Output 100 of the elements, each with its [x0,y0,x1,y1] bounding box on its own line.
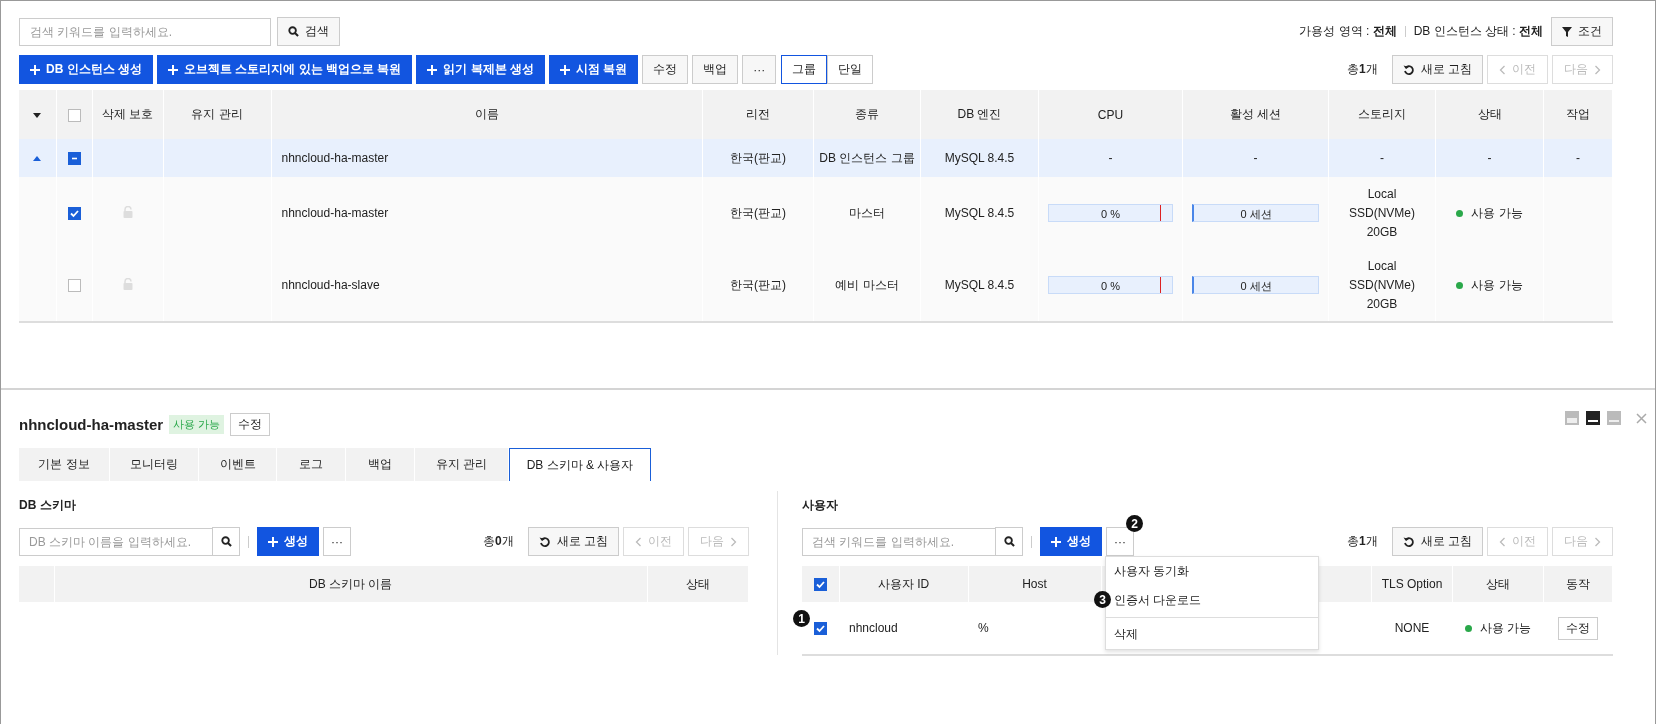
number-marker: 1 [793,610,810,627]
filter-label: DB 인스턴스 상태 : 전체 [1413,23,1543,40]
checkbox[interactable] [67,152,81,166]
column-header: Host [1022,577,1047,591]
search-field[interactable]: 검색 키워드를 입력하세요. [19,17,271,46]
menu-item[interactable]: 사용자 동기화 [1114,563,1190,580]
column-header: 종류 [855,107,879,121]
tab[interactable]: 유지 관리 [415,448,508,481]
plus-icon [560,64,570,75]
table-cell: 한국(판교) [730,150,786,165]
checkbox[interactable] [67,207,81,221]
table-cell: 예비 마스터 [835,277,899,292]
view-toggle[interactable]: 그룹 [781,55,828,84]
refresh-button[interactable]: 새로 고침 [527,527,619,556]
table-cell: - [1576,151,1580,165]
menu-item[interactable]: 삭제 [1114,626,1138,643]
storage-text: Local SSD(NVMe) 20GB [1348,257,1416,313]
refresh-button[interactable]: 새로 고침 [1391,55,1483,84]
total-count: 총1개 [1346,61,1378,78]
lock-icon [122,277,133,290]
filter-button[interactable]: 조건 [1551,17,1613,46]
storage-text: Local SSD(NVMe) 20GB [1348,185,1416,241]
table-cell: DB 인스턴스 그룹 [819,150,915,165]
tab[interactable]: 백업 [346,448,414,481]
action-button[interactable]: 오브젝트 스토리지에 있는 백업으로 복원 [157,55,413,84]
status-text: 사용 가능 [1479,619,1532,637]
table-cell: MySQL 8.4.5 [944,206,1015,220]
refresh-button[interactable]: 새로 고침 [1391,527,1483,556]
tab[interactable]: 로그 [277,448,345,481]
status-text: 사용 가능 [1471,204,1523,222]
search-icon [220,536,232,547]
more-button[interactable]: ··· [1106,527,1134,556]
number-marker: 3 [1094,591,1111,608]
meter-reading: 0 % [1101,280,1120,292]
more-button[interactable]: ··· [323,527,351,556]
meter-reading: 0 세션 [1240,280,1272,292]
tab[interactable]: 모니터링 [110,448,198,481]
search-button[interactable] [212,527,240,556]
table-cell: 한국(판교) [730,277,786,292]
filter-label: 가용성 영역 : 전체 [1299,23,1397,40]
checkbox[interactable] [67,108,81,122]
column-header: 유지 관리 [191,107,243,121]
layout-icon[interactable] [1586,411,1600,425]
chevron-right-icon [1594,64,1601,75]
refresh-icon [1402,63,1415,76]
table-cell: nhncloud [849,621,898,635]
column-header: 상태 [1486,576,1510,591]
instance-title: nhncloud-ha-master [19,415,164,433]
action-button[interactable]: ··· [742,55,777,84]
search-button[interactable] [995,527,1023,556]
table-cell: 한국(판교) [730,205,786,220]
tab[interactable]: DB 스키마 & 사용자 [509,448,651,481]
chevron-left-icon [1499,536,1506,547]
total-count: 총1개 [1346,533,1378,550]
tab[interactable]: 이벤트 [199,448,276,481]
column-header: 상태 [686,576,710,591]
caret-up-icon[interactable] [33,156,42,162]
column-header: 삭제 보호 [101,107,154,121]
chevron-left-icon [1499,64,1506,75]
caret-down-icon[interactable] [33,112,42,119]
column-header: 동작 [1566,576,1590,591]
view-toggle[interactable]: 단일 [827,55,874,84]
table-cell: MySQL 8.4.5 [944,151,1015,165]
search-button[interactable]: 검색 [277,17,340,46]
plus-icon [427,64,438,75]
column-header: 작업 [1566,107,1590,121]
plus-icon [268,536,278,547]
checkbox[interactable] [814,622,827,636]
search-field[interactable]: 검색 키워드를 입력하세요. [802,527,996,556]
checkbox[interactable] [67,279,81,293]
action-button[interactable]: 수정 [642,55,689,84]
create-button[interactable]: 생성 [1040,527,1102,556]
table-cell: - [1253,151,1258,165]
create-button[interactable]: 생성 [257,527,319,556]
table-cell: - [1108,151,1113,165]
action-button[interactable]: 시점 복원 [549,55,639,84]
table-cell: - [1380,151,1384,165]
edit-button[interactable]: 수정 [1558,616,1598,640]
menu-item[interactable]: 인증서 다운로드 [1114,592,1202,609]
tab[interactable]: 기본 정보 [19,448,109,481]
refresh-icon [538,535,551,548]
chevron-right-icon [1594,536,1601,547]
filter-icon [1562,26,1572,37]
action-button[interactable]: 백업 [692,55,739,84]
chevron-left-icon [635,536,642,547]
total-count: 총0개 [482,533,514,550]
status-text: 사용 가능 [1471,276,1523,294]
meter-reading: 0 세션 [1240,208,1272,220]
search-icon [288,26,299,37]
action-button[interactable]: DB 인스턴스 생성 [19,55,153,84]
instance-name: nhncloud-ha-master [281,206,389,220]
lock-icon [122,205,133,218]
search-field[interactable]: DB 스키마 이름을 입력하세요. [19,527,213,556]
edit-button[interactable]: 수정 [230,412,271,436]
action-button[interactable]: 읽기 복제본 생성 [416,55,545,84]
checkbox[interactable] [813,578,827,592]
column-header: 리전 [746,107,770,121]
plus-icon [30,64,40,75]
column-header: CPU [1097,107,1124,122]
column-header: DB 엔진 [957,107,1002,121]
